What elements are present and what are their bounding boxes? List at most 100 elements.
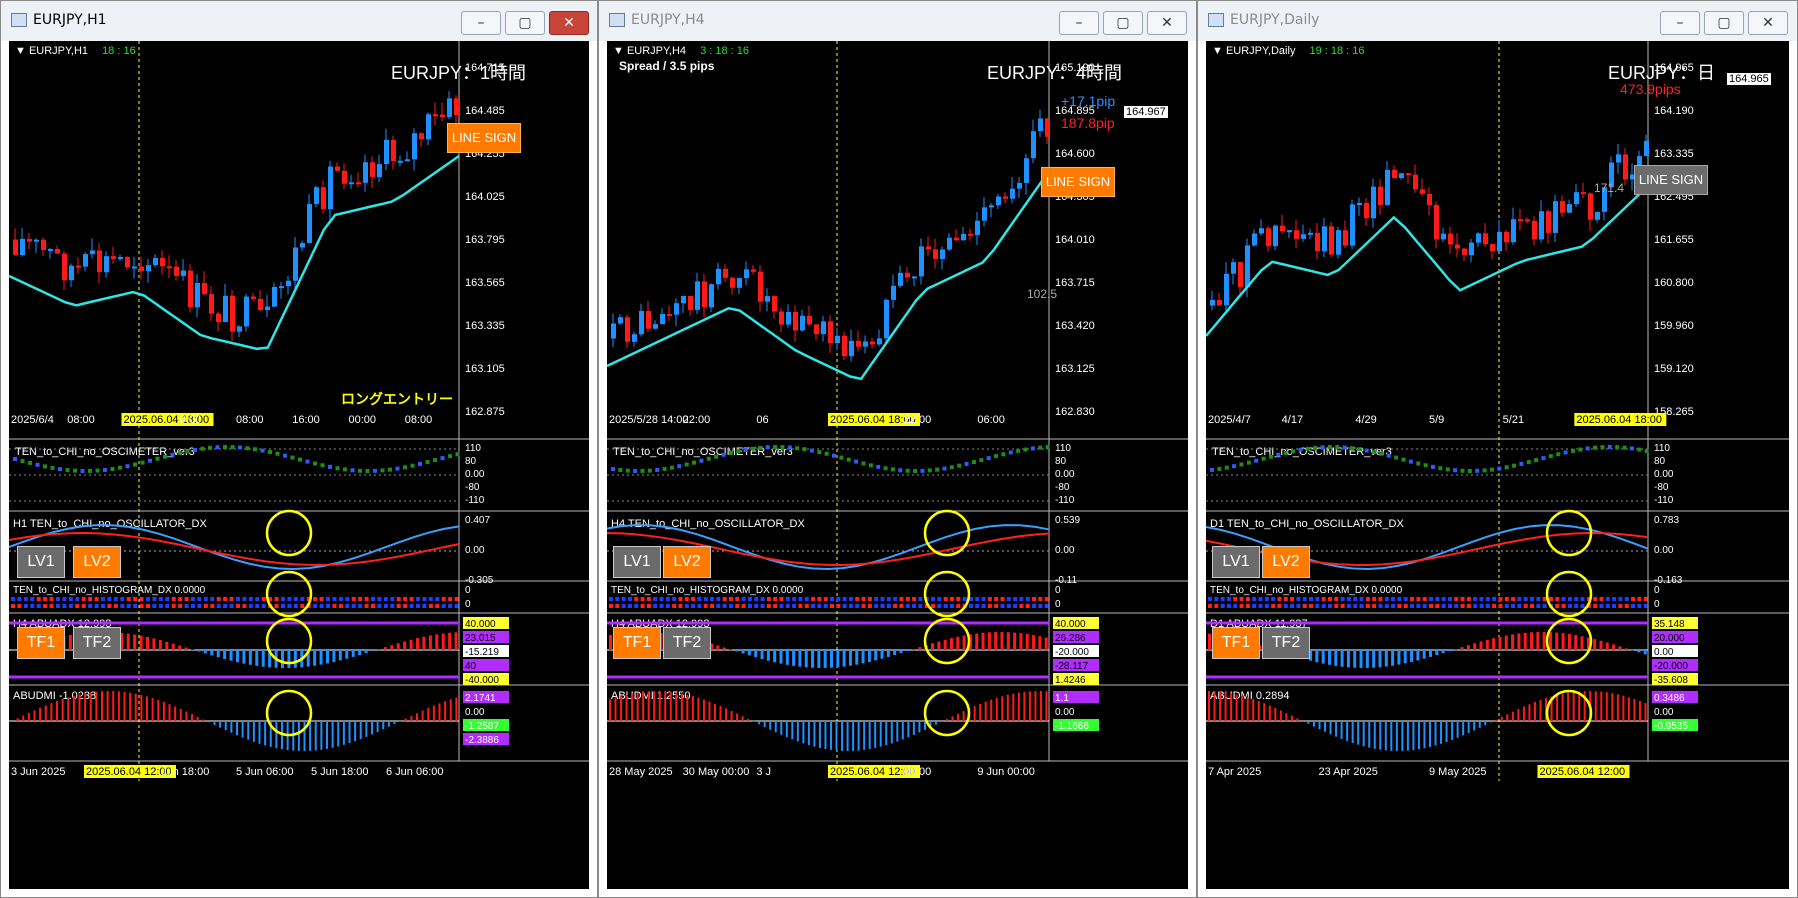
chart-area[interactable]: 164.965 164.190 163.335 162.495 161.655 160.8… — [1206, 41, 1789, 889]
abudmi-bar — [1318, 721, 1321, 730]
abudmi-bar — [1605, 692, 1608, 721]
abudmi-bar — [1434, 721, 1437, 746]
oscimeter-dot — [95, 468, 100, 473]
abudmi-bar — [636, 692, 639, 721]
line-sign-button[interactable]: LINE SIGN — [1041, 167, 1115, 197]
abudmi-bar — [990, 699, 993, 721]
oscimeter-dot — [1283, 450, 1288, 455]
histogram-cell — [1214, 604, 1219, 608]
abudmi-bar — [725, 708, 728, 721]
histogram-cell — [396, 604, 401, 608]
tf1-button[interactable]: TF1 — [613, 627, 661, 659]
histogram-cell — [792, 597, 797, 601]
time-axis-label: 2025/4/7 — [1208, 414, 1251, 426]
chart-canvas[interactable]: 164.715164.485164.255164.025163.795163.5… — [9, 41, 589, 889]
histogram-cell — [120, 604, 125, 608]
chart-area[interactable]: 164.715 164.485 164.255 164.025 163.795 163.5… — [9, 41, 589, 889]
histogram-scale-label: 0 — [1654, 585, 1660, 596]
oscimeter-dot — [148, 458, 152, 463]
histogram-cell — [609, 604, 613, 608]
histogram-cell — [798, 604, 803, 608]
histogram-cell — [716, 604, 721, 608]
abuadx-bar — [874, 650, 878, 661]
histogram-scale-label: 0 — [465, 585, 471, 596]
histogram-cell — [1391, 597, 1396, 601]
histogram-cell — [56, 597, 60, 601]
histogram-cell — [88, 604, 93, 608]
oscimeter-dot — [1401, 457, 1406, 462]
histogram-scale-label: 0 — [1055, 585, 1061, 596]
abuadx-bar — [1359, 650, 1363, 668]
histogram-cell — [627, 604, 632, 608]
close-button[interactable]: ✕ — [1748, 11, 1788, 35]
histogram-cell — [101, 597, 105, 601]
histogram-cell — [1309, 597, 1314, 601]
histogram-cell — [905, 597, 910, 601]
abudmi-bar — [320, 721, 323, 750]
lv1-button[interactable]: LV1 — [17, 546, 65, 578]
abudmi-bar — [1638, 700, 1641, 721]
histogram-cell — [836, 604, 841, 608]
price-tick-label: 164.025 — [465, 191, 505, 203]
chart-area[interactable]: 165.190 164.895 164.600 164.305 164.010 163.7… — [607, 41, 1188, 889]
oscimeter-dot — [765, 445, 770, 450]
lv1-button[interactable]: LV1 — [1212, 546, 1260, 578]
oscimeter-dot — [986, 456, 991, 461]
close-button[interactable]: ✕ — [549, 11, 589, 35]
chart-window-h4: EURJPY,H4 – ▢ ✕ 165.190 164.895 164.600 164… — [598, 0, 1197, 898]
maximize-button[interactable]: ▢ — [1103, 11, 1143, 35]
candle-body — [744, 269, 749, 279]
lv2-button[interactable]: LV2 — [73, 546, 121, 578]
oscimeter-dot — [949, 465, 954, 470]
abudmi-bar — [348, 721, 351, 744]
histogram-cell — [236, 604, 240, 608]
close-button[interactable]: ✕ — [1147, 11, 1187, 35]
price-tick-label: 159.120 — [1654, 363, 1694, 375]
histogram-cell — [1277, 597, 1282, 601]
tf2-button[interactable]: TF2 — [1262, 627, 1310, 659]
lv1-button[interactable]: LV1 — [613, 546, 661, 578]
lv2-button[interactable]: LV2 — [663, 546, 711, 578]
oscimeter-dot — [50, 465, 55, 470]
abudmi-bar — [841, 721, 844, 751]
histogram-cell — [197, 597, 202, 601]
candle-body — [800, 315, 805, 331]
candle-body — [1420, 189, 1425, 194]
tf1-button[interactable]: TF1 — [17, 627, 65, 659]
abudmi-bar — [1257, 701, 1260, 721]
abuadx-bar — [1605, 642, 1609, 650]
histogram-cell — [1239, 597, 1244, 601]
abudmi-bar — [1312, 721, 1315, 727]
oscimeter-dot — [1585, 446, 1590, 451]
abudmi-bar — [708, 701, 711, 721]
histogram-cell — [956, 604, 961, 608]
histogram-cell — [968, 604, 973, 608]
candle-body — [1280, 225, 1285, 232]
histogram-cell — [867, 604, 872, 608]
oscimeter-scale-label: 80 — [1055, 456, 1067, 467]
oscillator-title: H4 TEN_to_CHI_no_OSCILLATOR_DX — [611, 518, 805, 530]
oscimeter-scale-label: -80 — [1654, 482, 1669, 493]
minimize-button[interactable]: – — [461, 11, 501, 35]
tf2-button[interactable]: TF2 — [663, 627, 711, 659]
symbol-text: EURJPY,H4 — [626, 45, 687, 57]
histogram-cell — [867, 597, 872, 601]
abuadx-bar — [383, 647, 387, 650]
abudmi-bar — [247, 721, 250, 740]
candle-body — [884, 299, 889, 339]
histogram-cell — [1334, 597, 1339, 601]
line-sign-button[interactable]: LINE SIGN — [447, 123, 521, 153]
histogram-cell — [1479, 597, 1484, 601]
minimize-button[interactable]: – — [1059, 11, 1099, 35]
tf2-button[interactable]: TF2 — [73, 627, 121, 659]
lv2-button[interactable]: LV2 — [1262, 546, 1310, 578]
maximize-button[interactable]: ▢ — [505, 11, 545, 35]
histogram-cell — [210, 604, 215, 608]
tf1-button[interactable]: TF1 — [1212, 627, 1260, 659]
line-sign-button[interactable]: LINE SIGN — [1634, 165, 1708, 195]
histogram-cell — [1006, 604, 1011, 608]
highlight-circle — [265, 509, 313, 557]
histogram-cell — [158, 597, 163, 601]
maximize-button[interactable]: ▢ — [1704, 11, 1744, 35]
minimize-button[interactable]: – — [1660, 11, 1700, 35]
